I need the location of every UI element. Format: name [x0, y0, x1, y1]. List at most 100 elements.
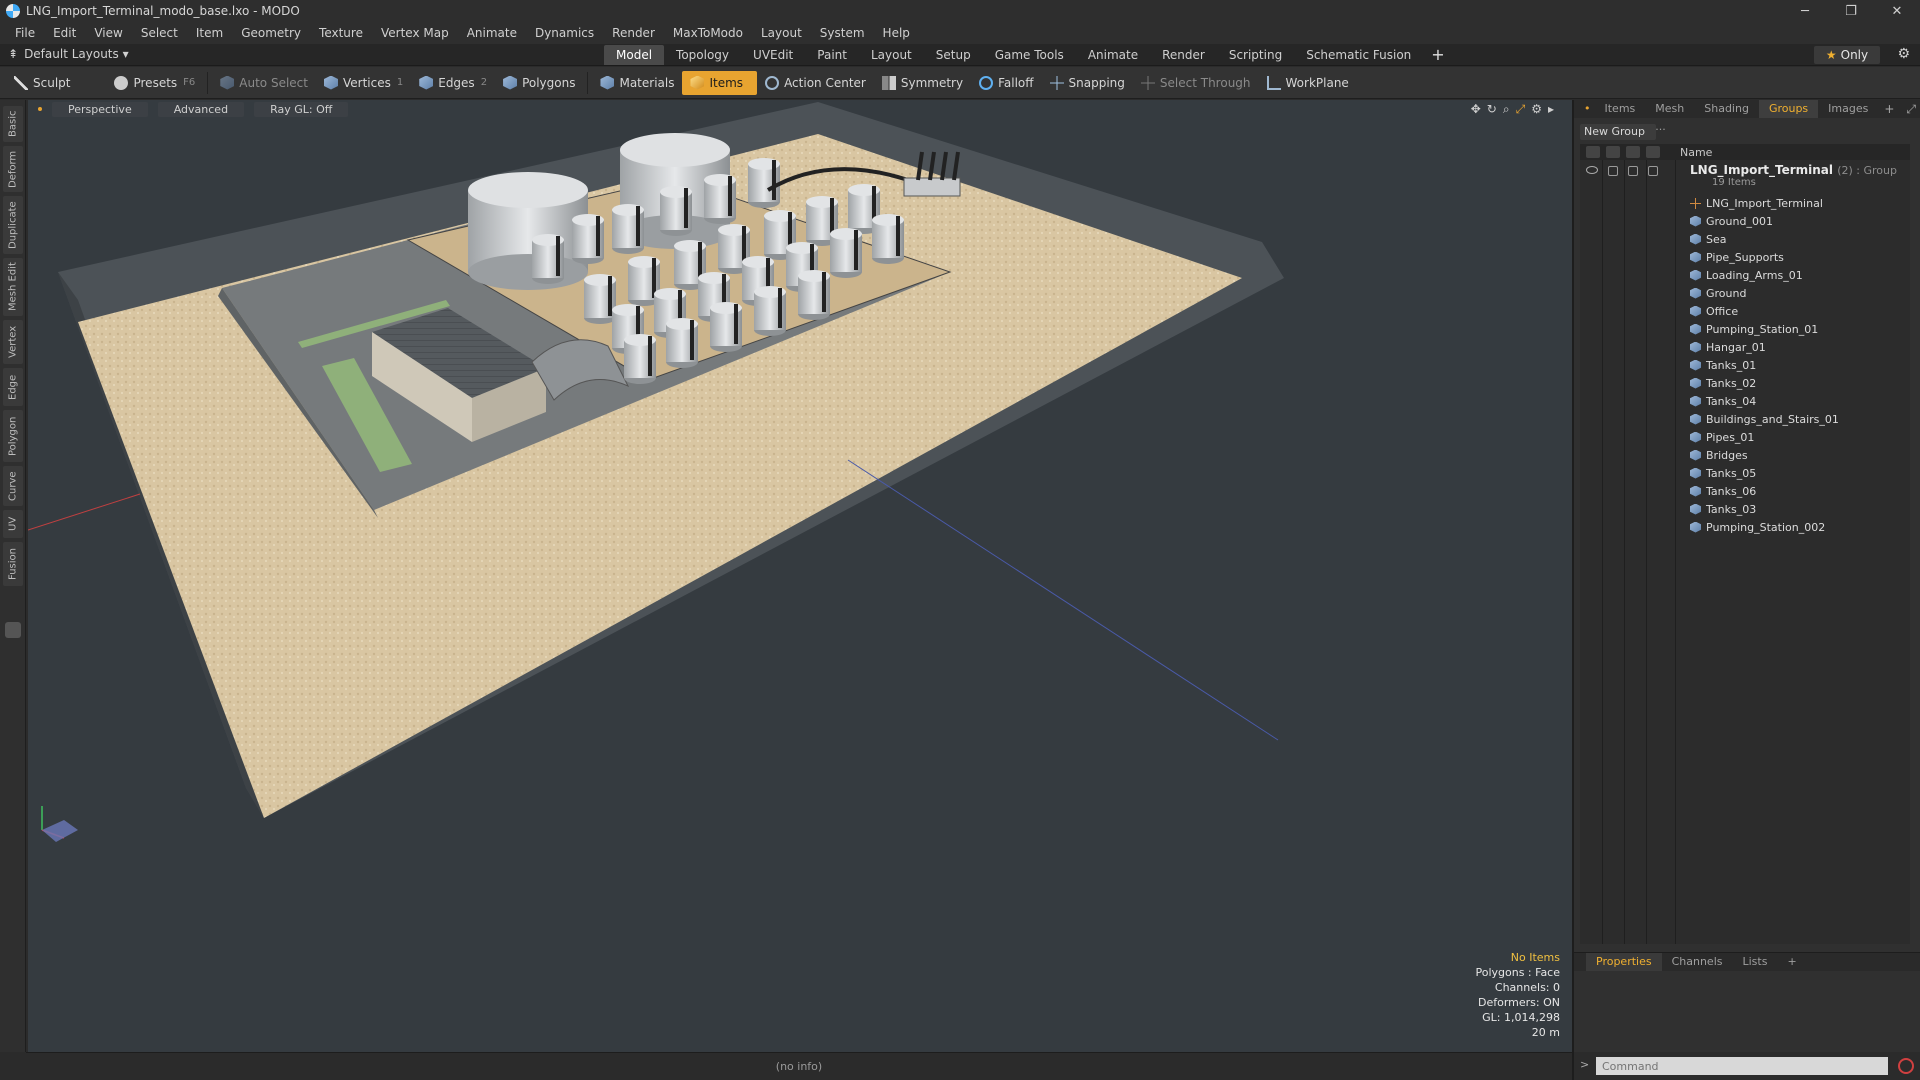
render-toggle-icon[interactable] [1608, 166, 1618, 176]
category-deform[interactable]: Deform [3, 146, 23, 192]
group-item-row[interactable]: Tanks_03 [1690, 500, 1839, 518]
shading-mode-button[interactable]: Advanced [157, 101, 245, 117]
items-button[interactable]: Items [682, 70, 758, 95]
record-macro-icon[interactable] [1898, 1058, 1914, 1074]
category-polygon[interactable]: Polygon [3, 410, 23, 462]
category-basic[interactable]: Basic [3, 106, 23, 142]
group-item-row[interactable]: Pipe_Supports [1690, 248, 1839, 266]
viewport-expand-icon[interactable]: ▸ [1548, 102, 1554, 117]
category-vertex[interactable]: Vertex [3, 320, 23, 364]
select-through-button[interactable]: Select Through [1133, 71, 1259, 95]
menu-file[interactable]: File [6, 26, 44, 40]
maximize-button[interactable]: ❐ [1828, 0, 1874, 22]
tab-render[interactable]: Render [1150, 45, 1217, 65]
snapping-button[interactable]: Snapping [1042, 71, 1133, 95]
tab-properties[interactable]: Properties [1586, 953, 1662, 971]
group-item-row[interactable]: Ground [1690, 284, 1839, 302]
collapse-arrow-icon[interactable]: ⇞ [8, 47, 18, 61]
menu-geometry[interactable]: Geometry [232, 26, 310, 40]
tab-lists[interactable]: Lists [1733, 953, 1778, 971]
category-uv[interactable]: UV [3, 510, 23, 538]
workplane-button[interactable]: WorkPlane [1259, 71, 1357, 95]
group-item-row[interactable]: Office [1690, 302, 1839, 320]
group-item-row[interactable]: Ground_001 [1690, 212, 1839, 230]
rotate-icon[interactable]: ↻ [1487, 102, 1497, 117]
tab-model[interactable]: Model [604, 45, 665, 65]
gear-icon[interactable]: ⚙ [1897, 46, 1910, 62]
select-column-icon[interactable] [1646, 146, 1660, 158]
tab-game-tools[interactable]: Game Tools [983, 45, 1076, 65]
view-mode-button[interactable]: Perspective [52, 101, 148, 117]
tab-shading[interactable]: Shading [1694, 100, 1759, 118]
tab-groups[interactable]: Groups [1758, 100, 1819, 118]
tab-uvedit[interactable]: UVEdit [741, 45, 805, 65]
group-item-row[interactable]: Pumping_Station_002 [1690, 518, 1839, 536]
category-duplicate[interactable]: Duplicate [3, 196, 23, 254]
tab-images[interactable]: Images [1818, 100, 1878, 118]
presets-button[interactable]: Presets F6 [106, 71, 203, 95]
tab-animate[interactable]: Animate [1076, 45, 1150, 65]
eye-column-icon[interactable] [1586, 146, 1600, 158]
viewport-menu-dot-icon[interactable] [38, 107, 42, 111]
3d-viewport[interactable]: Perspective Advanced Ray GL: Off ✥ ↻ ⌕ ⤢… [28, 100, 1572, 1052]
tab-topology[interactable]: Topology [664, 45, 741, 65]
raygl-button[interactable]: Ray GL: Off [254, 101, 349, 117]
category-curve[interactable]: Curve [3, 466, 23, 506]
menu-select[interactable]: Select [132, 26, 187, 40]
eye-icon[interactable] [1586, 166, 1598, 174]
tab-items[interactable]: Items [1595, 100, 1646, 118]
falloff-button[interactable]: Falloff [971, 71, 1041, 95]
menu-vertex-map[interactable]: Vertex Map [372, 26, 458, 40]
group-item-row[interactable]: Buildings_and_Stairs_01 [1690, 410, 1839, 428]
symmetry-button[interactable]: Symmetry [874, 71, 971, 95]
sculpt-button[interactable]: Sculpt [6, 71, 78, 95]
group-item-row[interactable]: Loading_Arms_01 [1690, 266, 1839, 284]
add-properties-tab-button[interactable]: + [1777, 953, 1806, 971]
edges-button[interactable]: Edges 2 [411, 71, 495, 95]
layouts-dropdown[interactable]: ⇞ Default Layouts ▾ [8, 47, 129, 61]
group-item-row[interactable]: Pumping_Station_01 [1690, 320, 1839, 338]
close-button[interactable]: ✕ [1874, 0, 1920, 22]
group-item-row[interactable]: LNG_Import_Terminal [1690, 194, 1839, 212]
group-item-row[interactable]: Tanks_06 [1690, 482, 1839, 500]
menu-item[interactable]: Item [187, 26, 232, 40]
minimize-button[interactable]: ─ [1782, 0, 1828, 22]
category-edge[interactable]: Edge [3, 368, 23, 406]
group-item-row[interactable]: Bridges [1690, 446, 1839, 464]
name-column-header[interactable]: Name [1676, 146, 1712, 159]
render-column-icon[interactable] [1606, 146, 1620, 158]
menu-system[interactable]: System [811, 26, 874, 40]
auto-select-button[interactable]: Auto Select [212, 71, 316, 95]
group-item-row[interactable]: Hangar_01 [1690, 338, 1839, 356]
category-mesh-edit[interactable]: Mesh Edit [3, 258, 23, 316]
maximize-viewport-icon[interactable]: ⤢ [1516, 102, 1526, 117]
group-item-row[interactable]: Tanks_04 [1690, 392, 1839, 410]
tab-schematic-fusion[interactable]: Schematic Fusion [1294, 45, 1423, 65]
only-toggle[interactable]: ★ Only [1814, 46, 1880, 64]
command-input[interactable] [1596, 1057, 1888, 1075]
menu-maxtomodo[interactable]: MaxToModo [664, 26, 752, 40]
tab-layout[interactable]: Layout [859, 45, 924, 65]
group-root-row[interactable]: LNG_Import_Terminal (2) : Group 19 Items [1580, 162, 1910, 192]
materials-button[interactable]: Materials [592, 71, 682, 95]
menu-help[interactable]: Help [874, 26, 919, 40]
menu-texture[interactable]: Texture [310, 26, 372, 40]
menu-view[interactable]: View [85, 26, 131, 40]
tab-paint[interactable]: Paint [805, 45, 859, 65]
group-item-row[interactable]: Pipes_01 [1690, 428, 1839, 446]
group-item-row[interactable]: Tanks_01 [1690, 356, 1839, 374]
panel-expand-icon[interactable]: ⤢ [1900, 102, 1920, 117]
tab-setup[interactable]: Setup [924, 45, 983, 65]
tab-channels[interactable]: Channels [1662, 953, 1733, 971]
group-item-row[interactable]: Sea [1690, 230, 1839, 248]
polygons-button[interactable]: Polygons [495, 71, 583, 95]
new-group-button[interactable]: New Group [1580, 124, 1656, 140]
tab-scripting[interactable]: Scripting [1217, 45, 1294, 65]
command-history-icon[interactable]: > [1580, 1058, 1589, 1071]
viewport-settings-icon[interactable]: ⚙ [1531, 102, 1542, 117]
category-fusion[interactable]: Fusion [3, 542, 23, 586]
group-item-row[interactable]: Tanks_02 [1690, 374, 1839, 392]
add-panel-tab-button[interactable]: + [1878, 102, 1900, 116]
select-toggle-icon[interactable] [1648, 166, 1658, 176]
lock-toggle-icon[interactable] [1628, 166, 1638, 176]
